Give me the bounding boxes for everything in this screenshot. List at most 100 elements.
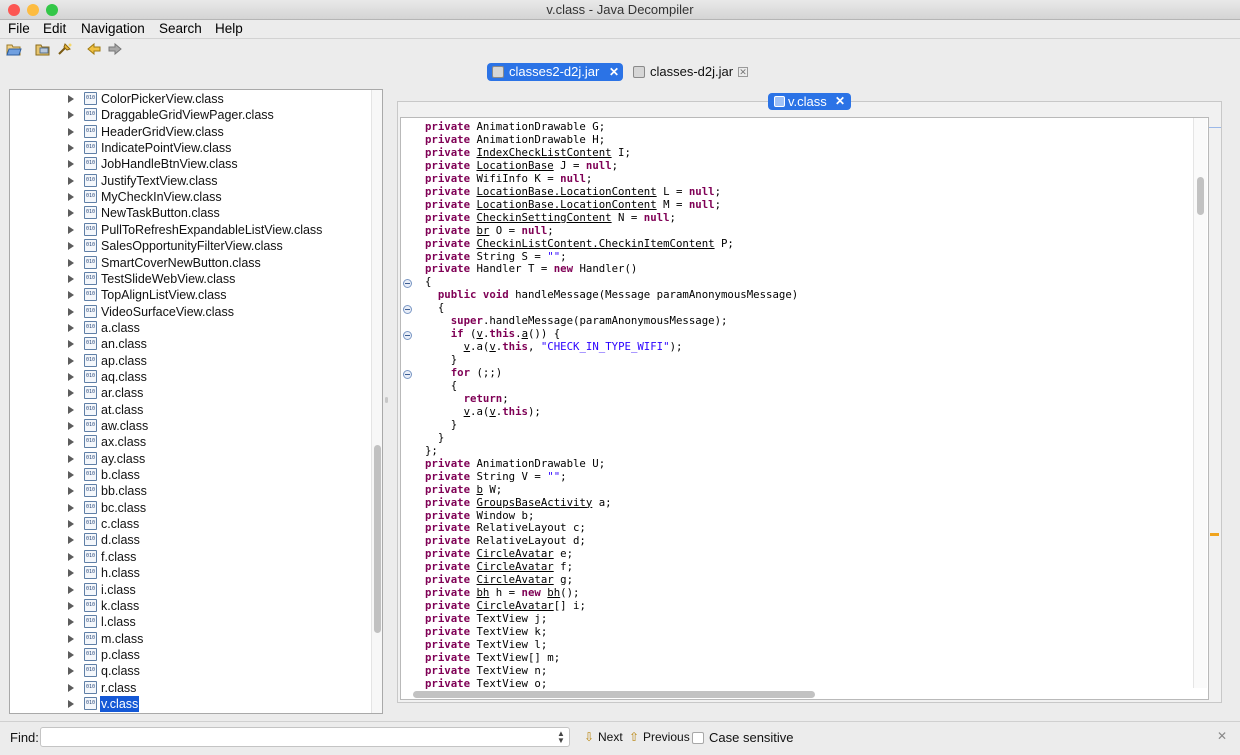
menu-file[interactable]: File	[8, 20, 30, 38]
tree-item[interactable]: 010 bc.class	[10, 500, 370, 516]
fold-toggle-icon[interactable]	[403, 279, 412, 289]
expand-arrow-icon[interactable]	[68, 209, 74, 218]
expand-arrow-icon[interactable]	[68, 193, 74, 202]
tree-item[interactable]: 010 bb.class	[10, 483, 370, 499]
tree-item[interactable]: 010 JobHandleBtnView.class	[10, 156, 370, 172]
expand-arrow-icon[interactable]	[68, 111, 74, 120]
tab-classes-jar[interactable]: classes-d2j.jar ✕	[628, 63, 752, 81]
forward-arrow-icon[interactable]	[107, 42, 123, 56]
tree-item[interactable]: 010 p.class	[10, 647, 370, 663]
tree-item[interactable]: 010 b.class	[10, 467, 370, 483]
close-icon[interactable]: ✕	[738, 67, 748, 77]
tree-item[interactable]: 010 d.class	[10, 532, 370, 548]
tree-item[interactable]: 010 at.class	[10, 402, 370, 418]
expand-arrow-icon[interactable]	[68, 340, 74, 349]
expand-arrow-icon[interactable]	[68, 356, 74, 365]
tree-item[interactable]: 010 l.class	[10, 614, 370, 630]
tree-item[interactable]: 010 VideoSurfaceView.class	[10, 304, 370, 320]
expand-arrow-icon[interactable]	[68, 225, 74, 234]
tree-item[interactable]: 010 aq.class	[10, 369, 370, 385]
menu-help[interactable]: Help	[215, 20, 243, 38]
expand-arrow-icon[interactable]	[68, 454, 74, 463]
close-icon[interactable]: ✕	[609, 63, 619, 81]
open-folder-icon[interactable]	[35, 42, 51, 56]
find-previous-button[interactable]: ⇧ Previous	[629, 728, 690, 746]
menu-navigation[interactable]: Navigation	[81, 20, 145, 38]
tree-item[interactable]: 010 MyCheckInView.class	[10, 189, 370, 205]
find-next-button[interactable]: ⇩ Next	[584, 728, 623, 746]
expand-arrow-icon[interactable]	[68, 291, 74, 300]
fold-toggle-icon[interactable]	[403, 331, 412, 341]
overview-ruler-highlight[interactable]	[1210, 533, 1219, 536]
find-input[interactable]	[40, 727, 570, 747]
expand-arrow-icon[interactable]	[68, 683, 74, 692]
expand-arrow-icon[interactable]	[68, 372, 74, 381]
tree-item[interactable]: 010 TopAlignListView.class	[10, 287, 370, 303]
tab-classes2-jar[interactable]: classes2-d2j.jar ✕	[487, 63, 623, 81]
split-pane-handle[interactable]	[385, 397, 388, 403]
tree-item[interactable]: 010 DraggableGridViewPager.class	[10, 107, 370, 123]
editor-vertical-scroll-thumb[interactable]	[1197, 177, 1204, 215]
tree-item[interactable]: 010 ax.class	[10, 434, 370, 450]
tree-item[interactable]: 010 h.class	[10, 565, 370, 581]
expand-arrow-icon[interactable]	[68, 503, 74, 512]
expand-arrow-icon[interactable]	[68, 389, 74, 398]
tab-v-class[interactable]: v.class ✕	[768, 93, 851, 110]
expand-arrow-icon[interactable]	[68, 536, 74, 545]
tree-item[interactable]: 010 m.class	[10, 631, 370, 647]
tree-item[interactable]: 010 an.class	[10, 336, 370, 352]
tree-item[interactable]: 010 ay.class	[10, 451, 370, 467]
expand-arrow-icon[interactable]	[68, 438, 74, 447]
expand-arrow-icon[interactable]	[68, 307, 74, 316]
expand-arrow-icon[interactable]	[68, 650, 74, 659]
expand-arrow-icon[interactable]	[68, 405, 74, 414]
expand-arrow-icon[interactable]	[68, 176, 74, 185]
expand-arrow-icon[interactable]	[68, 520, 74, 529]
tree-scroll-thumb[interactable]	[374, 445, 381, 633]
expand-arrow-icon[interactable]	[68, 258, 74, 267]
case-sensitive-checkbox[interactable]	[692, 732, 704, 744]
fold-toggle-icon[interactable]	[403, 370, 412, 380]
tree-item[interactable]: 010 SmartCoverNewButton.class	[10, 255, 370, 271]
tree-item[interactable]: 010 JustifyTextView.class	[10, 173, 370, 189]
menu-edit[interactable]: Edit	[43, 20, 66, 38]
tree-item[interactable]: 010 a.class	[10, 320, 370, 336]
expand-arrow-icon[interactable]	[68, 422, 74, 430]
expand-arrow-icon[interactable]	[68, 323, 74, 332]
tree-scrollbar[interactable]	[371, 90, 382, 713]
zoom-window-button[interactable]	[46, 4, 58, 16]
expand-arrow-icon[interactable]	[68, 242, 74, 251]
tree-item[interactable]: 010 v.class	[10, 695, 370, 712]
tree-item[interactable]: 010 i.class	[10, 582, 370, 598]
tree-item[interactable]: 010 ar.class	[10, 385, 370, 401]
code-editor[interactable]: private AnimationDrawable G; private Anim…	[400, 117, 1209, 700]
tree-item[interactable]: 010 PullToRefreshExpandableListView.class	[10, 222, 370, 238]
close-window-button[interactable]	[8, 4, 20, 16]
tree-item[interactable]: 010 HeaderGridView.class	[10, 124, 370, 140]
expand-arrow-icon[interactable]	[68, 699, 74, 708]
expand-arrow-icon[interactable]	[68, 552, 74, 561]
tree-item[interactable]: 010 ColorPickerView.class	[10, 91, 370, 107]
expand-arrow-icon[interactable]	[68, 95, 74, 103]
editor-horizontal-scroll-thumb[interactable]	[413, 691, 815, 698]
expand-arrow-icon[interactable]	[68, 618, 74, 627]
expand-arrow-icon[interactable]	[68, 471, 74, 480]
tree-item[interactable]: 010 ap.class	[10, 353, 370, 369]
fold-toggle-icon[interactable]	[403, 305, 412, 315]
close-icon[interactable]: ✕	[835, 93, 845, 110]
close-find-icon[interactable]: ✕	[1217, 729, 1227, 743]
minimize-window-button[interactable]	[27, 4, 39, 16]
tree-item[interactable]: 010 r.class	[10, 680, 370, 696]
find-history-stepper[interactable]: ▲ ▼	[557, 730, 565, 745]
tree-item[interactable]: 010 SalesOpportunityFilterView.class	[10, 238, 370, 254]
expand-arrow-icon[interactable]	[68, 667, 74, 676]
expand-arrow-icon[interactable]	[68, 569, 74, 578]
tree-item[interactable]: 010 c.class	[10, 516, 370, 532]
expand-arrow-icon[interactable]	[68, 487, 74, 496]
tree-item[interactable]: 010 IndicatePointView.class	[10, 140, 370, 156]
open-type-icon[interactable]	[57, 42, 73, 56]
open-file-icon[interactable]	[6, 42, 22, 56]
tree-item[interactable]: 010 NewTaskButton.class	[10, 205, 370, 221]
tree-item[interactable]: 010 q.class	[10, 663, 370, 679]
tree-item[interactable]: 010 aw.class	[10, 418, 370, 434]
